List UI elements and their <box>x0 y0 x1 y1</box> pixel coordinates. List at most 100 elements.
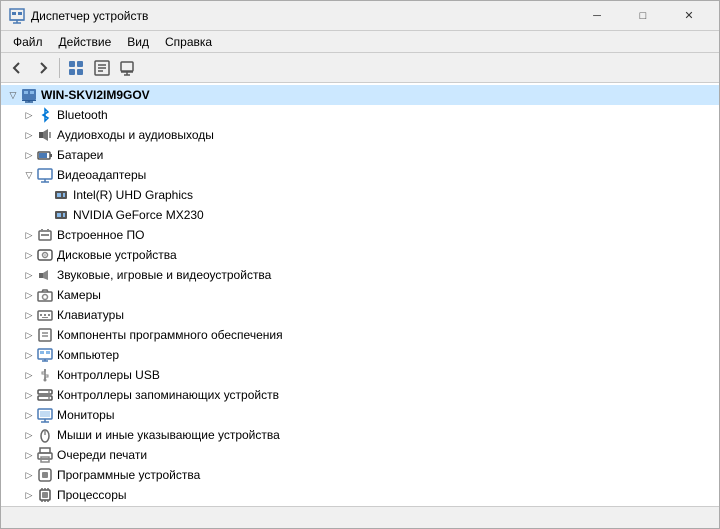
camera-icon <box>37 287 53 303</box>
root-label: WIN-SKVI2IM9GOV <box>41 88 150 102</box>
tree-item[interactable]: Intel(R) UHD Graphics <box>1 185 719 205</box>
tree-item[interactable]: ▷ Мониторы <box>1 405 719 425</box>
tree-expander[interactable]: ▷ <box>21 307 37 323</box>
tree-item[interactable]: ▷ Контроллеры запоминающих устройств <box>1 385 719 405</box>
menu-help[interactable]: Справка <box>157 33 220 51</box>
tree-item[interactable]: ▷Мыши и иные указывающие устройства <box>1 425 719 445</box>
tree-expander[interactable]: ▷ <box>21 427 37 443</box>
window-controls: ─ □ ✕ <box>575 2 711 30</box>
monitor-icon <box>37 407 53 423</box>
tree-expander[interactable]: ▷ <box>21 127 37 143</box>
tree-item-label: Мониторы <box>57 408 114 422</box>
computer2-icon <box>37 347 53 363</box>
tree-expander[interactable]: ▷ <box>21 107 37 123</box>
pnp-icon <box>37 467 53 483</box>
tree-item[interactable]: ▷ Камеры <box>1 285 719 305</box>
close-button[interactable]: ✕ <box>667 2 711 30</box>
tree-item-label: Дисковые устройства <box>57 248 177 262</box>
menu-bar: Файл Действие Вид Справка <box>1 31 719 53</box>
tree-item[interactable]: ▷ Встроенное ПО <box>1 225 719 245</box>
maximize-button[interactable]: □ <box>621 2 665 30</box>
root-expander[interactable]: ▽ <box>5 87 21 103</box>
battery-icon <box>37 147 53 163</box>
tree-expander <box>37 187 53 203</box>
tree-item-label: Intel(R) UHD Graphics <box>73 188 193 202</box>
back-button[interactable] <box>5 56 29 80</box>
mouse-icon <box>37 427 53 443</box>
tree-item-label: Bluetooth <box>57 108 108 122</box>
tree-expander[interactable]: ▷ <box>21 347 37 363</box>
tree-expander[interactable]: ▷ <box>21 147 37 163</box>
tree-item-label: Аудиовходы и аудиовыходы <box>57 128 214 142</box>
tree-item-label: Клавиатуры <box>57 308 124 322</box>
tree-item-label: Процессоры <box>57 488 127 502</box>
sound-icon <box>37 267 53 283</box>
tree-item[interactable]: ▷ Программные устройства <box>1 465 719 485</box>
tree-expander[interactable]: ▷ <box>21 287 37 303</box>
display-icon <box>37 167 53 183</box>
storage-icon <box>37 387 53 403</box>
tree-item-label: Камеры <box>57 288 101 302</box>
tree-expander[interactable]: ▷ <box>21 447 37 463</box>
gpu-icon <box>53 187 69 203</box>
tree-item[interactable]: ▷ Клавиатуры <box>1 305 719 325</box>
root-icon <box>21 87 37 103</box>
bluetooth-icon <box>37 107 53 123</box>
keyboard-icon <box>37 307 53 323</box>
tree-item[interactable]: ▷ Дисковые устройства <box>1 245 719 265</box>
menu-action[interactable]: Действие <box>51 33 120 51</box>
menu-file[interactable]: Файл <box>5 33 51 51</box>
tree-item-label: Программные устройства <box>57 468 200 482</box>
device-manager-window: Диспетчер устройств ─ □ ✕ Файл Действие … <box>0 0 720 529</box>
tree-expander[interactable]: ▷ <box>21 467 37 483</box>
tree-item[interactable]: ▷ Очереди печати <box>1 445 719 465</box>
tree-expander[interactable]: ▷ <box>21 367 37 383</box>
tree-item[interactable]: ▷ Звуковые, игровые и видеоустройства <box>1 265 719 285</box>
tree-item-label: Компоненты программного обеспечения <box>57 328 283 342</box>
tree-item-label: Звуковые, игровые и видеоустройства <box>57 268 271 282</box>
print-icon <box>37 447 53 463</box>
update-button[interactable] <box>116 56 140 80</box>
tree-item[interactable]: ▷ Аудиовходы и аудиовыходы <box>1 125 719 145</box>
tree-item[interactable]: ▷ Bluetooth <box>1 105 719 125</box>
show-all-button[interactable] <box>64 56 88 80</box>
tree-item[interactable]: ▷ Процессоры <box>1 485 719 505</box>
status-bar <box>1 506 719 528</box>
tree-expander[interactable]: ▷ <box>21 247 37 263</box>
tree-expander[interactable]: ▷ <box>21 487 37 503</box>
tree-item-label: Контроллеры запоминающих устройств <box>57 388 279 402</box>
tree-item-label: Батареи <box>57 148 103 162</box>
disk-icon <box>37 247 53 263</box>
tree-item-label: Видеоадаптеры <box>57 168 146 182</box>
tree-expander[interactable]: ▷ <box>21 267 37 283</box>
tree-root[interactable]: ▽ WIN-SKVI2IM9GOV <box>1 85 719 105</box>
tree-expander[interactable]: ▷ <box>21 227 37 243</box>
menu-view[interactable]: Вид <box>119 33 157 51</box>
firmware-icon <box>37 227 53 243</box>
tree-item[interactable]: ▷ Компоненты программного обеспечения <box>1 325 719 345</box>
tree-expander[interactable]: ▷ <box>21 327 37 343</box>
tree-item[interactable]: ▽ Видеоадаптеры <box>1 165 719 185</box>
title-bar: Диспетчер устройств ─ □ ✕ <box>1 1 719 31</box>
tree-expander <box>37 207 53 223</box>
software-icon <box>37 327 53 343</box>
tree-expander[interactable]: ▷ <box>21 387 37 403</box>
minimize-button[interactable]: ─ <box>575 2 619 30</box>
tree-item[interactable]: ▷ Компьютер <box>1 345 719 365</box>
tree-expander[interactable]: ▷ <box>21 407 37 423</box>
device-tree[interactable]: ▽ WIN-SKVI2IM9GOV ▷ Bluetooth ▷ Аудиовходы … <box>1 83 719 506</box>
forward-button[interactable] <box>31 56 55 80</box>
tree-item-label: Компьютер <box>57 348 119 362</box>
proc-icon <box>37 487 53 503</box>
tree-item-label: NVIDIA GeForce MX230 <box>73 208 204 222</box>
tree-item-label: Встроенное ПО <box>57 228 144 242</box>
toolbar <box>1 53 719 83</box>
tree-item[interactable]: ▷ Батареи <box>1 145 719 165</box>
tree-item[interactable]: NVIDIA GeForce MX230 <box>1 205 719 225</box>
properties-button[interactable] <box>90 56 114 80</box>
tree-item[interactable]: ▷Контроллеры USB <box>1 365 719 385</box>
window-title: Диспетчер устройств <box>31 9 575 23</box>
tree-expander[interactable]: ▽ <box>21 167 37 183</box>
tree-item-label: Очереди печати <box>57 448 147 462</box>
audio-icon <box>37 127 53 143</box>
